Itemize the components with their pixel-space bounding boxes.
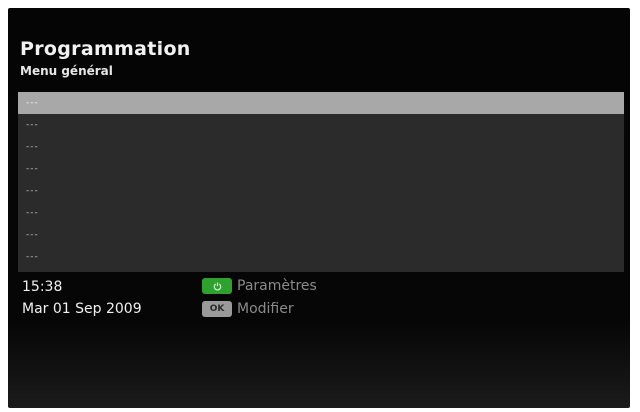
- list-item[interactable]: ---: [18, 202, 624, 224]
- current-time: 15:38: [22, 279, 63, 295]
- legend-parametres[interactable]: Paramètres: [202, 277, 317, 295]
- list-item[interactable]: ---: [18, 180, 624, 202]
- current-date: Mar 01 Sep 2009: [22, 301, 142, 317]
- power-icon: [213, 282, 221, 290]
- green-button[interactable]: [202, 278, 232, 294]
- list-item-selected[interactable]: ---: [18, 92, 624, 114]
- program-list: --- --- --- --- --- --- --- ---: [18, 92, 624, 272]
- page-subtitle: Menu général: [20, 64, 113, 78]
- list-item[interactable]: ---: [18, 136, 624, 158]
- ok-button[interactable]: OK: [202, 301, 232, 317]
- legend-label-parametres: Paramètres: [237, 278, 317, 294]
- list-item[interactable]: ---: [18, 224, 624, 246]
- list-item[interactable]: ---: [18, 158, 624, 180]
- legend-label-modifier: Modifier: [237, 301, 294, 317]
- legend-modifier[interactable]: OK Modifier: [202, 300, 294, 318]
- list-item[interactable]: ---: [18, 114, 624, 136]
- list-item[interactable]: ---: [18, 246, 624, 268]
- tv-screen: Programmation Menu général --- --- --- -…: [8, 8, 630, 408]
- page-title: Programmation: [20, 38, 191, 60]
